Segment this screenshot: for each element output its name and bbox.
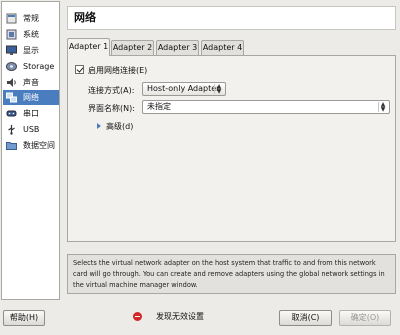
- settings-dialog: 常规 系统 显示 Storage 声音 网络 串口 USB 数据空间 网络 Ad…: [0, 0, 400, 335]
- sidebar-item-label: 常规: [23, 14, 39, 23]
- attached-to-value: Host-only Adapter: [147, 84, 220, 93]
- warning-icon: [133, 312, 142, 321]
- sidebar-item-storage[interactable]: Storage: [3, 59, 59, 74]
- attached-to-select[interactable]: Host-only Adapter ▲ ▼: [142, 82, 226, 96]
- display-monitor-icon: [6, 45, 17, 56]
- chevron-updown-icon: ▲ ▼: [214, 84, 223, 95]
- sidebar-item-serial[interactable]: 串口: [3, 106, 59, 121]
- tab-adapter-4[interactable]: Adapter 4: [201, 40, 244, 55]
- speaker-icon: [6, 77, 17, 88]
- cancel-button[interactable]: 取消(C): [279, 310, 332, 326]
- sidebar-item-system[interactable]: 系统: [3, 27, 59, 42]
- sidebar-item-label: USB: [23, 125, 40, 134]
- serial-port-icon: [6, 108, 17, 119]
- enable-network-checkbox[interactable]: [75, 65, 84, 74]
- ok-button[interactable]: 确定(O): [339, 310, 391, 326]
- sidebar-item-label: Storage: [23, 62, 55, 71]
- sidebar-item-usb[interactable]: USB: [3, 122, 59, 137]
- sidebar-item-label: 数据空间: [23, 141, 55, 150]
- storage-disk-icon: [6, 61, 17, 72]
- expand-triangle-icon[interactable]: [97, 123, 101, 129]
- usb-icon: [6, 124, 17, 135]
- system-chip-icon: [6, 29, 17, 40]
- tab-adapter-1[interactable]: Adapter 1: [67, 38, 110, 56]
- status-text: 发现无效设置: [156, 312, 204, 321]
- adapter-name-value: 未指定: [147, 102, 171, 111]
- sidebar-item-shared-folders[interactable]: 数据空间: [3, 138, 59, 153]
- sidebar-item-label: 串口: [23, 109, 39, 118]
- advanced-toggle[interactable]: 高级(d): [106, 121, 133, 132]
- adapter-name-label: 界面名称(N):: [88, 104, 135, 113]
- sidebar-item-display[interactable]: 显示: [3, 43, 59, 58]
- enable-network-label: 启用网络连接(E): [88, 66, 148, 75]
- attached-to-label: 连接方式(A):: [88, 86, 135, 95]
- description-text: Selects the virtual network adapter on t…: [67, 254, 396, 294]
- shared-folder-icon: [6, 140, 17, 151]
- sidebar-item-general[interactable]: 常规: [3, 11, 59, 26]
- tab-adapter-2[interactable]: Adapter 2: [111, 40, 154, 55]
- sidebar-item-audio[interactable]: 声音: [3, 75, 59, 90]
- sidebar-item-label: 系统: [23, 30, 39, 39]
- help-button[interactable]: 帮助(H): [3, 310, 45, 326]
- sidebar-item-label: 网络: [23, 93, 39, 102]
- sidebar-item-label: 显示: [23, 46, 39, 55]
- adapter-name-select[interactable]: 未指定 ▲ ▼: [142, 100, 390, 114]
- sidebar-item-label: 声音: [23, 78, 39, 87]
- tab-adapter-3[interactable]: Adapter 3: [156, 40, 199, 55]
- sidebar-item-network[interactable]: 网络: [3, 90, 59, 105]
- page-title: 网络: [67, 6, 396, 30]
- adapter-tab-panel: 启用网络连接(E) 连接方式(A): Host-only Adapter ▲ ▼ …: [67, 55, 396, 242]
- chevron-updown-icon: ▲ ▼: [378, 102, 387, 113]
- general-settings-icon: [6, 13, 17, 24]
- settings-sidebar: 常规 系统 显示 Storage 声音 网络 串口 USB 数据空间: [1, 1, 60, 300]
- network-icon: [6, 92, 17, 103]
